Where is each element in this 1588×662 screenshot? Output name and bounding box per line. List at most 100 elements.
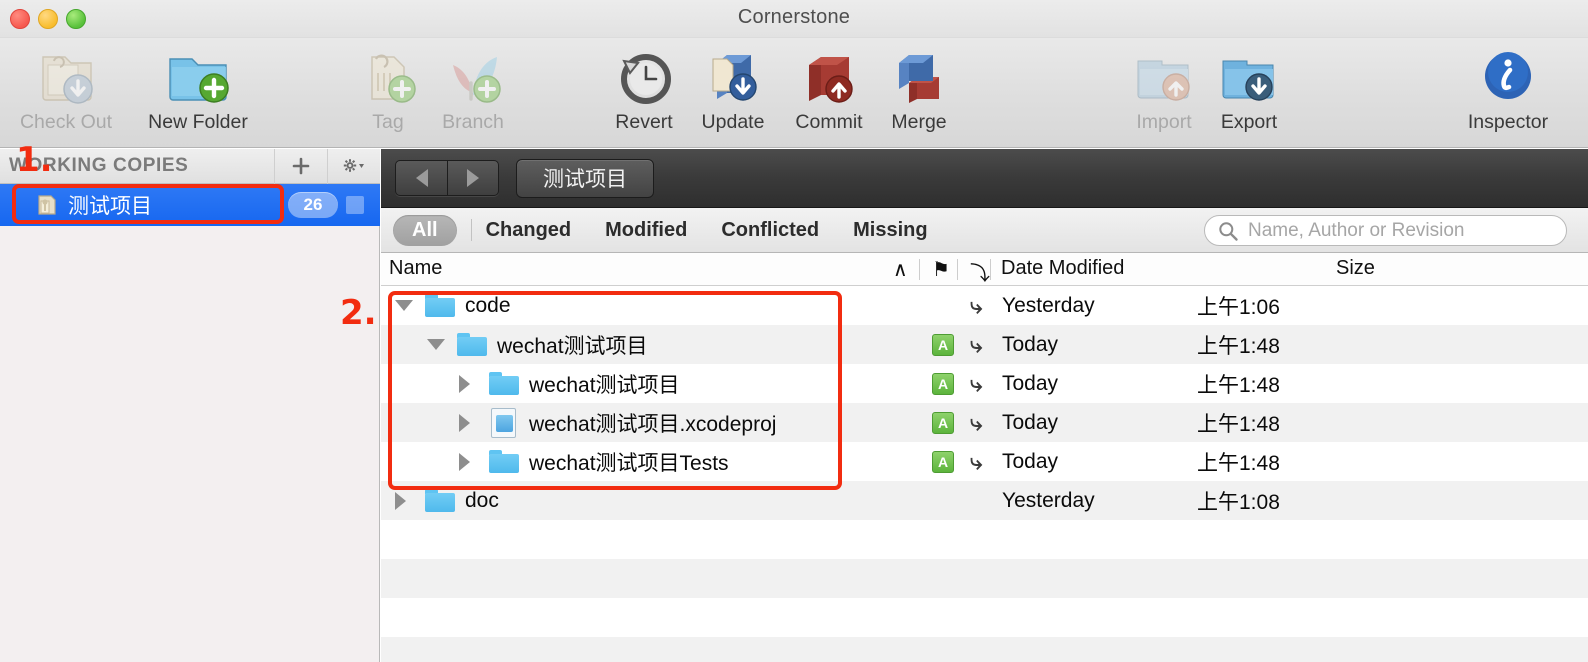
file-name-label: code	[465, 293, 511, 317]
filter-bar: All Changed Modified Conflicted Missing	[381, 208, 1588, 253]
chevron-right-icon	[467, 169, 479, 187]
column-header-flag[interactable]: ⚑	[932, 257, 950, 282]
search-container	[1204, 215, 1567, 246]
merge-cubes-icon	[883, 42, 955, 110]
sidebar-working-copy-row[interactable]: 测试项目 26	[0, 184, 380, 226]
disclosure-triangle-expanded[interactable]	[395, 286, 413, 325]
toolbar-button-label: Import	[1136, 111, 1192, 133]
inspector-info-icon	[1472, 42, 1544, 110]
annotation-marker-1: 1.	[16, 140, 53, 180]
status-indicator-icon[interactable]	[346, 196, 364, 214]
working-copy-tag-icon	[33, 192, 59, 218]
toolbar-button-export[interactable]: Export	[1185, 42, 1313, 146]
file-tree-row[interactable]: wechat测试项目TestsA⤷Today上午1:48136 bytes	[381, 442, 1588, 481]
disclosure-triangle-collapsed[interactable]	[459, 442, 470, 481]
update-cube-down-icon	[697, 42, 769, 110]
status-badge-added: A	[932, 364, 954, 403]
search-field[interactable]	[1204, 215, 1567, 246]
folder-icon	[489, 442, 519, 481]
time-label: 上午1:06	[1197, 295, 1280, 319]
column-header-name[interactable]: Name	[389, 257, 442, 280]
filter-modified[interactable]: Modified	[605, 219, 687, 242]
date-modified-label: Today	[1002, 410, 1059, 434]
gear-icon	[343, 159, 364, 172]
title-bar: Cornerstone	[0, 0, 1588, 38]
chevron-right-icon	[459, 374, 470, 393]
sidebar-header: WORKING COPIES	[0, 148, 380, 184]
disclosure-triangle-collapsed[interactable]	[459, 403, 470, 442]
content-area: 测试项目 All Changed Modified Conflicted Missing…	[381, 149, 1588, 662]
status-badge-added: A	[932, 442, 954, 481]
chevron-right-icon	[459, 413, 470, 432]
toolbar-button-check-out[interactable]: Check Out	[2, 42, 130, 146]
toolbar-button-label: Merge	[891, 111, 947, 133]
back-button[interactable]	[396, 161, 447, 195]
plus-icon	[292, 157, 310, 175]
checkout-folder-down-icon	[30, 42, 102, 110]
column-header-hook[interactable]: ⤵	[970, 257, 990, 286]
repository-nav-bar: 测试项目	[381, 149, 1588, 208]
status-badge-added: A	[932, 325, 954, 364]
filter-divider	[470, 219, 472, 241]
annotation-marker-2: 2.	[340, 293, 377, 333]
history-nav-segmented-control[interactable]	[395, 160, 499, 196]
add-working-copy-button[interactable]	[274, 148, 327, 184]
toolbar-button-label: Check Out	[19, 111, 113, 133]
column-header-date[interactable]: Date Modified	[1001, 257, 1124, 280]
sidebar-settings-button[interactable]	[327, 148, 380, 184]
filter-conflicted[interactable]: Conflicted	[721, 219, 819, 242]
file-tree-row[interactable]: wechat测试项目.xcodeprojA⤷Today上午1:48170 byt…	[381, 403, 1588, 442]
toolbar-button-label: Commit	[795, 111, 863, 133]
filter-all[interactable]: All	[393, 214, 457, 246]
toolbar-button-label: Revert	[615, 111, 673, 133]
toolbar-button-branch[interactable]: Branch	[409, 42, 537, 146]
revision-count-badge: 26	[288, 192, 338, 218]
column-header-sort[interactable]: ∧	[893, 257, 908, 282]
column-divider[interactable]	[990, 259, 991, 280]
file-tree-row[interactable]: wechat测试项目A⤷Today上午1:48340 bytes	[381, 364, 1588, 403]
empty-row	[381, 559, 1588, 598]
toolbar-button-label: New Folder	[148, 111, 248, 133]
breadcrumb-current-repo[interactable]: 测试项目	[516, 158, 654, 198]
toolbar-button-label: Tag	[372, 111, 404, 133]
time-label: 上午1:08	[1197, 490, 1280, 514]
time-label: 上午1:48	[1197, 334, 1280, 358]
file-name-label: wechat测试项目	[497, 334, 648, 358]
forward-button[interactable]	[447, 161, 498, 195]
time-label: 上午1:48	[1197, 373, 1280, 397]
cornerstone-window: Cornerstone Check Out New Folder Tag Bra…	[0, 0, 1588, 662]
file-tree-row[interactable]: code⤷Yesterday上午1:06--	[381, 286, 1588, 325]
time-label: 上午1:48	[1197, 451, 1280, 475]
column-divider[interactable]	[919, 259, 920, 280]
column-header-size[interactable]: Size	[1336, 257, 1375, 280]
new-folder-plus-icon	[162, 42, 234, 110]
folder-icon	[425, 286, 455, 325]
column-divider[interactable]	[957, 259, 958, 280]
toolbar-button-merge[interactable]: Merge	[855, 42, 983, 146]
filter-changed[interactable]: Changed	[486, 219, 572, 242]
disclosure-triangle-expanded[interactable]	[427, 325, 445, 364]
disclosure-triangle-collapsed[interactable]	[459, 364, 470, 403]
empty-row	[381, 637, 1588, 662]
window-title: Cornerstone	[737, 6, 851, 28]
toolbar-button-label: Update	[701, 111, 765, 133]
locked-hook-icon: ⤷	[970, 370, 983, 396]
folder-icon	[425, 481, 455, 520]
file-tree: code⤷Yesterday上午1:06--wechat测试项目A⤷Today上…	[381, 286, 1588, 662]
time-label: 上午1:48	[1197, 412, 1280, 436]
file-tree-row[interactable]: docYesterday上午1:08--	[381, 481, 1588, 520]
file-tree-row[interactable]: wechat测试项目A⤷Today上午1:48170 bytes	[381, 325, 1588, 364]
filter-missing[interactable]: Missing	[853, 219, 927, 242]
file-name-label: wechat测试项目Tests	[529, 451, 729, 475]
search-input[interactable]	[1248, 219, 1548, 242]
date-modified-label: Today	[1002, 332, 1059, 356]
branch-leaf-plus-icon	[437, 42, 509, 110]
sidebar-item-label: 测试项目	[68, 195, 152, 218]
toolbar-button-inspector[interactable]: Inspector	[1444, 42, 1572, 146]
chevron-down-icon	[395, 300, 413, 311]
date-modified-label: Yesterday	[1002, 488, 1095, 512]
date-modified-label: Today	[1002, 449, 1059, 473]
disclosure-triangle-collapsed[interactable]	[395, 481, 406, 520]
toolbar-button-new-folder[interactable]: New Folder	[134, 42, 262, 146]
locked-hook-icon: ⤷	[970, 292, 983, 318]
